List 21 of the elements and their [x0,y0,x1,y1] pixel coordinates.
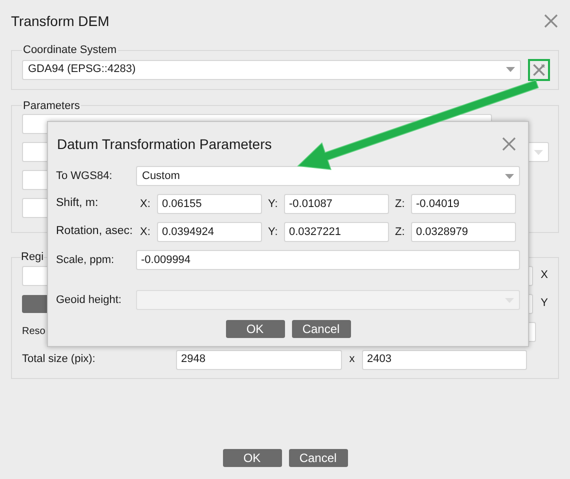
resolution-label: Reso [22,325,46,339]
axis-label: Z: [395,196,406,212]
field-label: Rotation, asec: [56,224,134,240]
group-label: Regi [21,251,44,263]
dialog-title: Datum Transformation Parameters [56,134,272,154]
axis-label: Y: [268,224,279,240]
axis-label: Y [540,296,548,312]
group-label: Parameters [23,100,80,112]
group-label: Coordinate System [23,44,117,56]
total-size-label: Total size (pix): [22,352,96,368]
axis-label: X: [140,196,152,212]
field-label: Scale, ppm: [56,252,116,268]
size-separator: x [348,352,356,368]
axis-label: Z: [395,224,406,240]
field-label: Shift, m: [56,196,100,212]
window-title: Transform DEM [11,12,110,30]
axis-label: X [540,268,548,284]
field-label: To WGS84: [56,168,114,184]
axis-label: X: [140,224,152,240]
axis-label: Y: [268,196,279,212]
field-label: Geoid height: [56,292,122,308]
